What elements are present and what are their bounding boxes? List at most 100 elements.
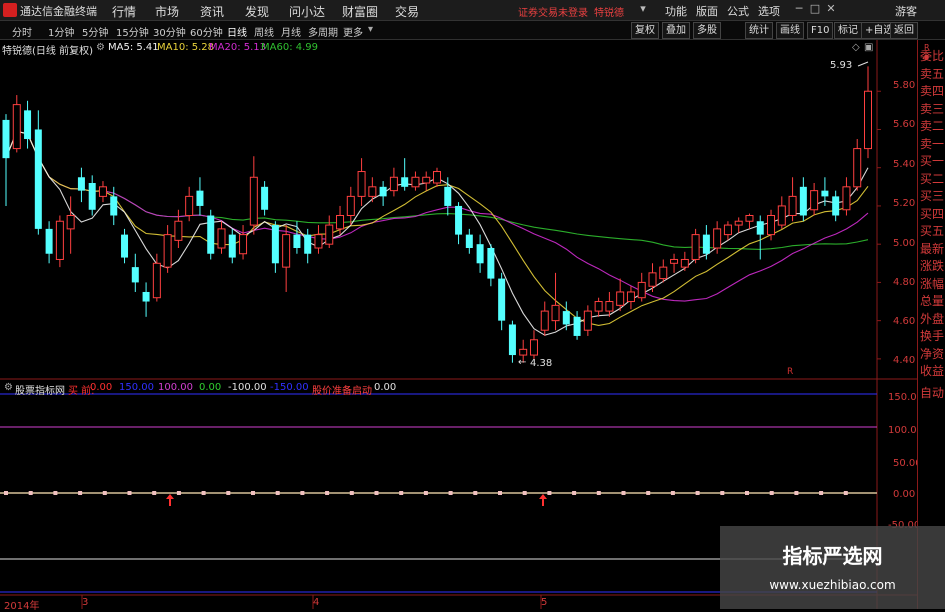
panel-row-buy2[interactable]: 买二 — [920, 172, 945, 187]
panel-row-buy5[interactable]: 买五 — [920, 224, 945, 239]
indicator-dot — [819, 491, 824, 495]
period-tab-multi[interactable]: 多周期 — [308, 24, 338, 39]
menu-discover[interactable]: 发现 — [245, 3, 269, 20]
watermark-title: 指标严选网 — [782, 544, 883, 568]
panel-row-earnings[interactable]: 收益 — [920, 364, 945, 379]
period-tab-weekly[interactable]: 周线 — [254, 24, 274, 39]
panel-row-outer[interactable]: 外盘 — [920, 312, 945, 327]
back-button[interactable]: 返回 — [890, 22, 918, 39]
panel-row-sell1[interactable]: 卖一 — [920, 137, 945, 152]
multi-stock-button[interactable]: 多股 — [693, 22, 721, 39]
candle-body — [55, 220, 64, 260]
minimize-icon[interactable]: ─ — [792, 2, 806, 16]
overlay-button[interactable]: 叠加 — [662, 22, 690, 39]
indicator-dot — [596, 491, 601, 495]
menu-trade[interactable]: 交易 — [395, 3, 419, 20]
period-tab-monthly[interactable]: 月线 — [281, 24, 301, 39]
kline-chart[interactable] — [0, 40, 917, 609]
period-tab-timeshare[interactable]: 分时 — [12, 24, 32, 39]
indicator-value: 100.00 — [158, 382, 193, 393]
indicator-dot — [769, 491, 774, 495]
menu-function[interactable]: 功能 — [665, 3, 687, 19]
panel-row-change-pct[interactable]: 涨幅 — [920, 277, 945, 292]
indicator-value: -150.00 — [270, 382, 309, 393]
login-warning[interactable]: 证券交易未登录 — [518, 4, 588, 19]
price-tick: 5.20 — [893, 198, 916, 209]
candle-body — [444, 186, 452, 206]
indicator-tick: 0.00 — [893, 489, 916, 500]
indicator-dot — [300, 491, 305, 495]
indicator-settings-icon[interactable]: ⚙ — [4, 382, 13, 393]
candle-body — [540, 310, 549, 331]
period-tab-more[interactable]: 更多 — [343, 24, 363, 39]
indicator-dot — [374, 491, 379, 495]
indicator-extra-value: 0.00 — [374, 382, 397, 393]
panel-row-buy3[interactable]: 买三 — [920, 189, 945, 204]
period-tab-1min[interactable]: 1分钟 — [48, 24, 74, 39]
ma5-line — [5, 130, 869, 336]
menu-options[interactable]: 选项 — [758, 3, 780, 19]
panel-row-change[interactable]: 涨跌 — [920, 259, 945, 274]
candle-body — [34, 129, 42, 229]
indicator-dot — [325, 491, 330, 495]
menu-wealth[interactable]: 财富圈 — [342, 3, 378, 20]
indicator-dot — [4, 491, 8, 495]
panel-row-net-assets[interactable]: 净资 — [920, 347, 945, 362]
period-tab-60min[interactable]: 60分钟 — [190, 24, 223, 39]
period-tab-15min[interactable]: 15分钟 — [116, 24, 149, 39]
candle-body — [185, 195, 194, 217]
period-tab-30min[interactable]: 30分钟 — [153, 24, 186, 39]
panel-row-buy4[interactable]: 买四 — [920, 207, 945, 222]
candle-body — [196, 190, 204, 206]
chart-grid — [0, 40, 917, 609]
adjust-button[interactable]: 复权 — [631, 22, 659, 39]
candle-body — [487, 248, 495, 279]
menu-ask[interactable]: 问小达 — [289, 3, 325, 20]
price-tick: 5.00 — [893, 238, 916, 249]
menu-layout[interactable]: 版面 — [696, 3, 718, 19]
guest-label[interactable]: 游客 — [895, 3, 917, 19]
panel-row-sell2[interactable]: 卖二 — [920, 119, 945, 134]
close-icon[interactable]: ✕ — [824, 2, 838, 16]
draw-line-button[interactable]: 画线 — [776, 22, 804, 39]
stats-button[interactable]: 统计 — [745, 22, 773, 39]
candle-body — [163, 234, 172, 268]
panel-row-sell4[interactable]: 卖四 — [920, 84, 945, 99]
panel-row-latest[interactable]: 最新 — [920, 242, 945, 257]
more-dropdown-icon[interactable]: ▾ — [368, 24, 373, 35]
auto-button[interactable]: 自动 — [920, 386, 945, 401]
candle-body — [519, 348, 528, 356]
candle-body — [788, 195, 797, 217]
candle-body — [2, 119, 10, 159]
mark-button[interactable]: 标记 — [834, 22, 862, 39]
indicator-dot — [102, 491, 107, 495]
candle-body — [648, 272, 657, 287]
price-tick: 4.80 — [893, 277, 916, 288]
time-axis-label: 2014年 — [4, 601, 40, 612]
menu-dropdown-icon[interactable]: ▾ — [636, 2, 650, 16]
indicator-dot — [745, 491, 749, 495]
candle-body — [131, 267, 139, 283]
indicator-dot — [28, 491, 33, 495]
menu-formula[interactable]: 公式 — [727, 3, 749, 19]
menu-quotes[interactable]: 行情 — [112, 3, 136, 20]
candle-body — [45, 228, 53, 254]
panel-row-turnover[interactable]: 换手 — [920, 329, 945, 344]
watermark-url: www.xuezhibiao.com — [769, 578, 896, 592]
period-tab-daily[interactable]: 日线 — [227, 24, 247, 39]
period-tab-5min[interactable]: 5分钟 — [82, 24, 108, 39]
panel-row-volume[interactable]: 总量 — [920, 294, 945, 309]
f10-button[interactable]: F10 — [807, 22, 834, 39]
candle-body — [174, 220, 183, 241]
price-tick: 4.40 — [893, 355, 916, 366]
candle-body — [207, 215, 215, 254]
restore-icon[interactable]: □ — [808, 2, 822, 16]
panel-row-sell3[interactable]: 卖三 — [920, 102, 945, 117]
menu-news[interactable]: 资讯 — [200, 3, 224, 20]
indicator-dot — [498, 491, 502, 495]
menu-market[interactable]: 市场 — [155, 3, 179, 20]
panel-row-sell5[interactable]: 卖五 — [920, 67, 945, 82]
panel-row-buy1[interactable]: 买一 — [920, 154, 945, 169]
indicator-dot — [695, 491, 700, 495]
panel-row-weibi[interactable]: 委比 — [920, 49, 945, 64]
